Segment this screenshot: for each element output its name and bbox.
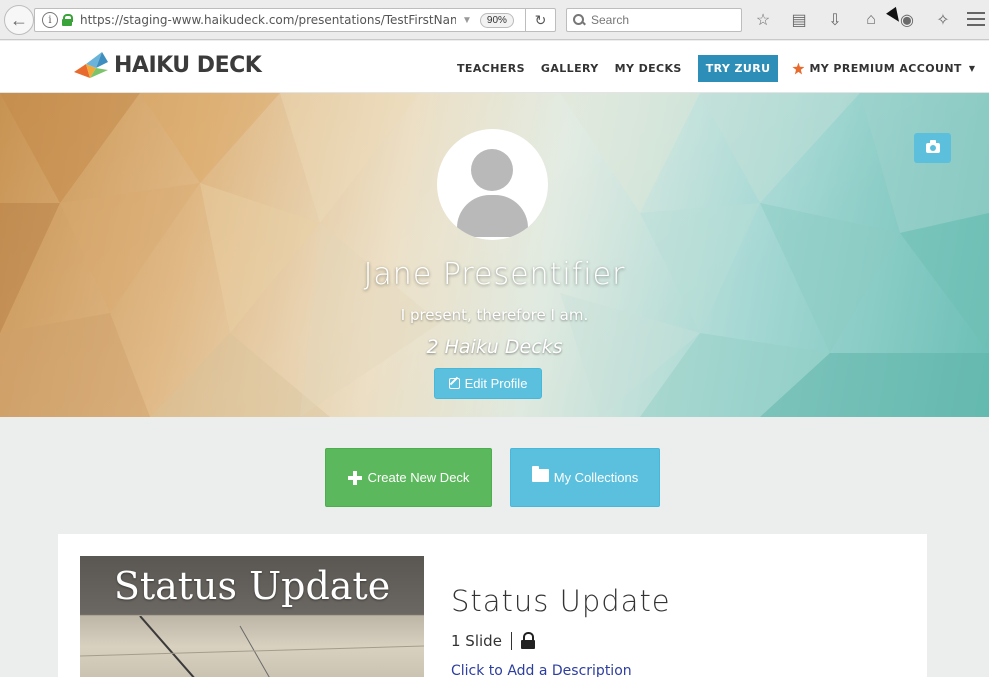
back-arrow-icon: ← bbox=[10, 9, 28, 30]
haiku-deck-logo[interactable]: HAIKU DECK bbox=[72, 50, 262, 80]
profile-name: Jane Presentifier bbox=[363, 257, 626, 292]
profile-hero: Jane Presentifier I present, therefore I… bbox=[0, 93, 989, 417]
home-icon[interactable]: ⌂ bbox=[860, 8, 882, 32]
thumbnail-title: Status Update bbox=[113, 564, 391, 608]
add-description-link[interactable]: Click to Add a Description bbox=[451, 663, 632, 677]
back-button[interactable]: ← bbox=[4, 5, 34, 35]
edit-icon bbox=[448, 378, 460, 389]
deck-title[interactable]: Status Update bbox=[451, 584, 671, 618]
nav-premium-account[interactable]: MY PREMIUM ACCOUNT ▼ bbox=[784, 55, 983, 82]
slide-count: 1 Slide bbox=[451, 632, 502, 650]
camera-icon bbox=[925, 140, 940, 153]
deck-thumbnail[interactable]: ATTERY SYSTEM Status Update bbox=[80, 556, 424, 677]
premium-label: MY PREMIUM ACCOUNT bbox=[809, 62, 962, 75]
search-icon bbox=[573, 14, 585, 26]
divider bbox=[510, 632, 512, 650]
create-label: Create New Deck bbox=[367, 470, 470, 485]
bookmark-star-icon[interactable]: ☆ bbox=[752, 8, 774, 32]
url-dropdown-icon[interactable]: ▼ bbox=[462, 15, 472, 26]
nav-teachers[interactable]: TEACHERS bbox=[449, 55, 533, 82]
lock-icon bbox=[62, 14, 73, 26]
download-icon[interactable]: ⇩ bbox=[824, 8, 846, 32]
site-header: HAIKU DECK TEACHERS GALLERY MY DECKS TRY… bbox=[0, 41, 989, 93]
info-icon[interactable]: i bbox=[42, 12, 58, 28]
logo-text: HAIKU DECK bbox=[114, 52, 262, 78]
zoom-indicator[interactable]: 90% bbox=[479, 12, 514, 28]
reload-button[interactable]: ↻ bbox=[525, 8, 555, 32]
premium-star-icon bbox=[792, 62, 805, 75]
nav-my-decks[interactable]: MY DECKS bbox=[607, 55, 690, 82]
edit-profile-label: Edit Profile bbox=[464, 376, 528, 391]
avatar[interactable] bbox=[437, 129, 548, 240]
caret-down-icon: ▼ bbox=[968, 64, 976, 73]
deck-card: ATTERY SYSTEM Status Update Status Updat… bbox=[58, 534, 927, 677]
browser-search-field[interactable]: Search bbox=[566, 8, 742, 32]
browser-menu-icon[interactable] bbox=[967, 10, 985, 28]
search-placeholder: Search bbox=[591, 13, 630, 27]
address-bar[interactable]: i https://staging-www.haikudeck.com/pres… bbox=[34, 8, 556, 32]
folder-icon bbox=[531, 466, 549, 482]
url-text[interactable]: https://staging-www.haikudeck.com/presen… bbox=[80, 13, 456, 27]
collections-label: My Collections bbox=[553, 470, 639, 485]
avatar-placeholder-icon bbox=[471, 149, 513, 191]
nav-gallery[interactable]: GALLERY bbox=[533, 55, 607, 82]
edit-profile-button[interactable]: Edit Profile bbox=[434, 368, 542, 399]
thumbnail-photo: ATTERY SYSTEM bbox=[80, 616, 424, 677]
unlock-icon[interactable] bbox=[520, 632, 535, 649]
plus-icon bbox=[347, 470, 362, 485]
my-collections-button[interactable]: My Collections bbox=[510, 448, 660, 507]
nav-try-zuru[interactable]: TRY ZURU bbox=[697, 55, 779, 82]
extension-icon[interactable]: ✧ bbox=[932, 8, 954, 32]
reading-list-icon[interactable]: ▤ bbox=[788, 8, 810, 32]
profile-tagline: I present, therefore I am. bbox=[400, 306, 589, 324]
change-cover-button[interactable] bbox=[914, 133, 951, 163]
origami-bird-icon bbox=[74, 52, 108, 78]
create-new-deck-button[interactable]: Create New Deck bbox=[325, 448, 492, 507]
deck-meta: 1 Slide bbox=[451, 632, 535, 650]
browser-toolbar: ← i https://staging-www.haikudeck.com/pr… bbox=[0, 0, 989, 40]
deck-count: 2 Haiku Decks bbox=[426, 336, 563, 358]
main-nav: TEACHERS GALLERY MY DECKS TRY ZURU MY PR… bbox=[449, 55, 983, 82]
